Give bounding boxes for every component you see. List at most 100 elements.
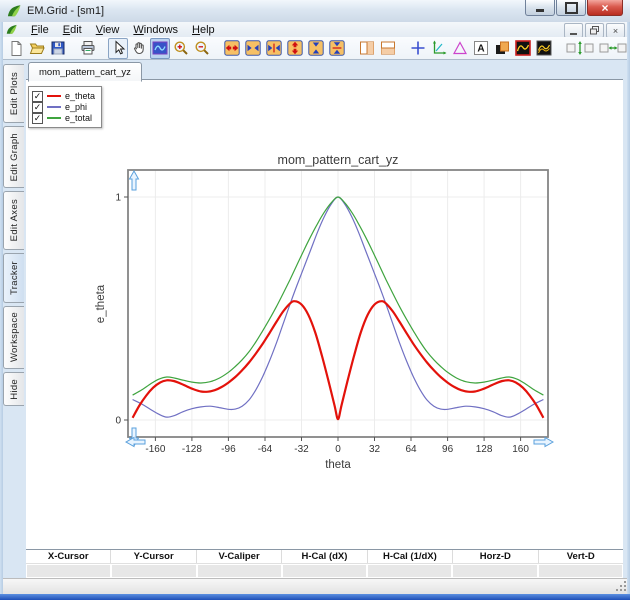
overlay-plots-button[interactable] <box>492 38 512 59</box>
cursor-col-h-cal-1-dx-: H-Cal (1/dX) <box>368 550 453 563</box>
legend-checkbox-e_phi[interactable]: ✓ <box>32 102 43 113</box>
zoom-in-button[interactable] <box>171 38 191 59</box>
cursor-col-y-cursor: Y-Cursor <box>111 550 196 563</box>
chart-canvas[interactable]: -160-128-96-64-32032649612816001mom_patt… <box>26 80 623 554</box>
save-button[interactable] <box>48 38 68 59</box>
sidebar-tab-edit-plots[interactable]: Edit Plots <box>3 64 24 123</box>
close-button[interactable]: × <box>587 0 623 16</box>
x-tick-label: 0 <box>335 444 341 455</box>
legend-line-sample <box>47 95 61 97</box>
x-tick-label: -128 <box>182 444 202 455</box>
axis-pan-handle-up[interactable] <box>130 171 139 190</box>
legend-item-e_phi: ✓ e_phi <box>32 102 95 112</box>
compress-x-icon <box>266 40 282 56</box>
shrink-y-button[interactable] <box>306 38 326 59</box>
link-y-icon <box>566 40 594 56</box>
text-tool-button[interactable]: A <box>471 38 491 59</box>
select-cursor-icon <box>110 40 126 56</box>
child-close-button[interactable]: × <box>606 23 625 38</box>
menu-windows[interactable]: Windows <box>126 22 185 37</box>
split-rows-button[interactable] <box>378 38 398 59</box>
fit-view-icon <box>152 40 168 56</box>
legend-label: e_theta <box>65 91 95 101</box>
x-tick-label: 64 <box>405 444 417 455</box>
x-tick-label: -96 <box>221 444 236 455</box>
compress-x-button[interactable] <box>264 38 284 59</box>
text-tool-icon: A <box>473 40 489 56</box>
shape-tool-button[interactable] <box>450 38 470 59</box>
link-y-button[interactable] <box>564 38 596 59</box>
child-minimize-button[interactable] <box>564 23 583 38</box>
sidebar-tab-edit-axes[interactable]: Edit Axes <box>3 191 24 250</box>
sidebar-tab-hide[interactable]: Hide <box>3 372 24 406</box>
select-tool-button[interactable] <box>108 38 128 59</box>
expand-y-button[interactable] <box>285 38 305 59</box>
cursor-value-cell <box>112 565 195 577</box>
child-restore-button[interactable] <box>585 23 604 38</box>
compress-y-button[interactable] <box>327 38 347 59</box>
chart-panel[interactable]: -160-128-96-64-32032649612816001mom_patt… <box>26 80 623 549</box>
menu-view[interactable]: View <box>89 22 127 37</box>
document-tab-strip: mom_pattern_cart_yz <box>26 60 623 80</box>
cursor-col-x-cursor: X-Cursor <box>26 550 111 563</box>
open-file-button[interactable] <box>27 38 47 59</box>
split-columns-button[interactable] <box>357 38 377 59</box>
resize-grip[interactable] <box>624 589 626 591</box>
sidebar-tab-label: Hide <box>9 379 20 400</box>
x-tick-label: 32 <box>369 444 381 455</box>
legend-checkbox-e_total[interactable]: ✓ <box>32 113 43 124</box>
cursor-col-h-cal-dx-: H-Cal (dX) <box>282 550 367 563</box>
open-folder-icon <box>29 40 45 56</box>
legend-line-sample <box>47 106 61 108</box>
sidebar-tab-label: Tracker <box>9 261 20 295</box>
pan-hand-icon <box>131 40 147 56</box>
new-document-icon <box>8 40 24 56</box>
shrink-x-icon <box>245 40 261 56</box>
new-document-button[interactable] <box>6 38 26 59</box>
window-frame-bottom <box>0 594 630 600</box>
zoom-out-button[interactable] <box>192 38 212 59</box>
menu-edit[interactable]: Edit <box>56 22 89 37</box>
sidebar-tab-tracker[interactable]: Tracker <box>3 253 24 303</box>
sidebar-tab-label: Edit Axes <box>9 199 20 241</box>
sidebar-tab-label: Workspace <box>9 312 20 362</box>
menu-file[interactable]: File <box>24 22 56 37</box>
shrink-x-button[interactable] <box>243 38 263 59</box>
menu-bar: FileEditViewWindowsHelp × <box>0 22 630 38</box>
link-x-button[interactable] <box>597 38 629 59</box>
minimize-button[interactable] <box>525 0 555 16</box>
sidebar-tab-edit-graph[interactable]: Edit Graph <box>3 126 24 188</box>
maximize-button[interactable] <box>556 0 586 16</box>
tab-mom-pattern-cart-yz[interactable]: mom_pattern_cart_yz <box>28 62 142 82</box>
triangle-tool-icon <box>452 40 468 56</box>
split-rows-icon <box>380 40 396 56</box>
menu-help[interactable]: Help <box>185 22 222 37</box>
crosshair-icon <box>410 40 426 56</box>
legend-line-sample <box>47 117 61 119</box>
expand-x-button[interactable] <box>222 38 242 59</box>
document-logo-icon <box>6 24 18 36</box>
crosshair-button[interactable] <box>408 38 428 59</box>
shrink-y-icon <box>308 40 324 56</box>
window-title: EM.Grid - [sm1] <box>27 5 104 17</box>
sidebar-tab-workspace[interactable]: Workspace <box>3 306 24 369</box>
legend-checkbox-e_theta[interactable]: ✓ <box>32 91 43 102</box>
axes-tool-button[interactable] <box>429 38 449 59</box>
wave-plot-red-icon <box>515 40 531 56</box>
plot-style-button[interactable] <box>534 38 554 59</box>
pan-tool-button[interactable] <box>129 38 149 59</box>
axis-pan-handle-right[interactable] <box>534 438 553 447</box>
overlay-plots-icon <box>494 40 510 56</box>
y-axis-label: e_theta <box>95 284 107 323</box>
plot-style-red-button[interactable] <box>513 38 533 59</box>
print-button[interactable] <box>78 38 98 59</box>
save-icon <box>50 40 66 56</box>
axes-tool-icon <box>431 40 447 56</box>
fit-view-button[interactable] <box>150 38 170 59</box>
y-tick-label: 1 <box>115 193 121 204</box>
work-area: Edit Plots Edit Graph Edit Axes Tracker Work… <box>0 60 630 578</box>
legend-label: e_phi <box>65 102 87 112</box>
compress-y-icon <box>329 40 345 56</box>
tab-label: mom_pattern_cart_yz <box>39 67 131 78</box>
y-tick-label: 0 <box>115 416 121 427</box>
